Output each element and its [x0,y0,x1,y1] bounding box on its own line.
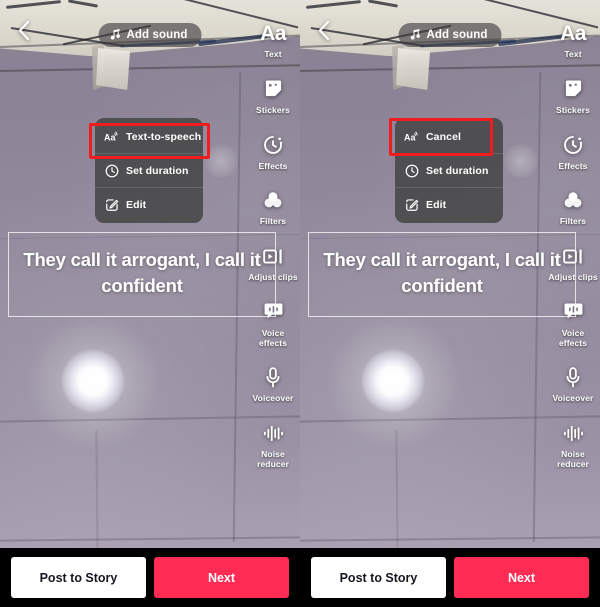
add-sound-label: Add sound [426,29,488,41]
tool-noise-reducer[interactable]: Noise reducer [246,418,300,470]
context-menu-label: Edit [126,198,147,211]
text-aa-icon: Aa [560,21,586,45]
tool-text[interactable]: Aa Text [546,18,600,60]
tool-label: Filters [559,216,587,227]
caption-text: They call it arrogant, I call it confide… [23,249,261,297]
add-sound-button[interactable]: Add sound [398,23,502,47]
editor-panel-left: Add sound Aa Text Stickers Effects Filte… [0,0,300,607]
context-menu-item-edit[interactable]: Edit [395,187,503,221]
tool-filters[interactable]: Filters [246,185,300,227]
back-button[interactable] [10,20,36,46]
post-to-story-button[interactable]: Post to Story [311,557,446,598]
tool-stickers[interactable]: Stickers [546,74,600,116]
svg-text:Aa: Aa [104,132,116,142]
tool-effects[interactable]: Effects [246,130,300,172]
tool-noise-reducer[interactable]: Noise reducer [546,418,600,470]
lamp-glow [362,350,424,412]
context-menu-label: Set duration [426,164,489,177]
microphone-icon [265,362,281,392]
noise-reducer-icon [563,418,584,448]
context-menu-label: Set duration [126,164,189,177]
sticker-icon [264,74,283,104]
text-context-menu: Aa Cancel Set duration Edit [395,118,503,223]
lamp-glow-secondary [504,144,538,178]
text-to-speech-icon: Aa [104,129,119,144]
tool-label: Voiceover [252,393,294,404]
context-menu-item-set-duration[interactable]: Set duration [95,153,203,187]
add-sound-button[interactable]: Add sound [98,23,202,47]
music-note-icon [410,29,421,41]
tool-voiceover[interactable]: Voiceover [546,362,600,404]
sticker-icon [564,74,583,104]
caption-text-box[interactable]: They call it arrogant, I call it confide… [8,232,276,317]
lamp-glow-secondary [204,144,238,178]
next-button[interactable]: Next [154,557,289,598]
filters-circles-icon [263,185,283,215]
music-note-icon [110,29,121,41]
tool-label: Stickers [256,104,290,115]
context-menu-item-edit[interactable]: Edit [95,187,203,221]
microphone-icon [565,362,581,392]
context-menu-label: Cancel [426,130,462,143]
bottom-action-bar: Post to Story Next [300,548,600,607]
tool-voiceover[interactable]: Voiceover [246,362,300,404]
text-to-speech-icon: Aa [404,129,419,144]
pencil-edit-icon [404,197,419,212]
effects-clock-icon [563,130,583,160]
svg-text:Aa: Aa [404,132,416,142]
editor-panel-right: Add sound Aa Text Stickers Effects Filte… [300,0,600,607]
clock-icon [404,163,419,178]
context-menu-label: Text-to-speech [126,130,202,143]
chevron-left-icon [317,20,330,46]
caption-text-box[interactable]: They call it arrogant, I call it confide… [308,232,576,317]
clock-icon [104,163,119,178]
back-button[interactable] [310,20,336,46]
tool-text[interactable]: Aa Text [246,18,300,60]
tool-label: Text [564,49,582,59]
caption-text: They call it arrogant, I call it confide… [323,249,561,297]
tool-label: Noise reducer [557,449,589,469]
tool-label: Stickers [556,104,590,115]
context-menu-item-text-to-speech[interactable]: Aa Text-to-speech [95,120,203,153]
tool-effects[interactable]: Effects [546,130,600,172]
tool-label: Effects [258,160,288,171]
bottom-action-bar: Post to Story Next [0,548,300,607]
tool-label: Noise reducer [257,449,289,469]
tool-label: Filters [259,216,287,227]
pencil-edit-icon [104,197,119,212]
side-by-side-comparison: Add sound Aa Text Stickers Effects Filte… [0,0,600,607]
tool-label: Effects [558,160,588,171]
tool-label: Text [264,49,282,59]
noise-reducer-icon [263,418,284,448]
tool-stickers[interactable]: Stickers [246,74,300,116]
tool-label: Voice effects [258,327,288,348]
text-aa-icon: Aa [260,21,286,45]
chevron-left-icon [17,20,30,46]
context-menu-item-cancel[interactable]: Aa Cancel [395,120,503,153]
context-menu-label: Edit [426,198,447,211]
tool-label: Voice effects [558,327,588,348]
filters-circles-icon [563,185,583,215]
effects-clock-icon [263,130,283,160]
context-menu-item-set-duration[interactable]: Set duration [395,153,503,187]
lamp-glow [62,350,124,412]
add-sound-label: Add sound [126,29,188,41]
tool-label: Voiceover [552,393,594,404]
text-context-menu: Aa Text-to-speech Set duration Edit [95,118,203,223]
post-to-story-button[interactable]: Post to Story [11,557,146,598]
next-button[interactable]: Next [454,557,589,598]
tool-filters[interactable]: Filters [546,185,600,227]
